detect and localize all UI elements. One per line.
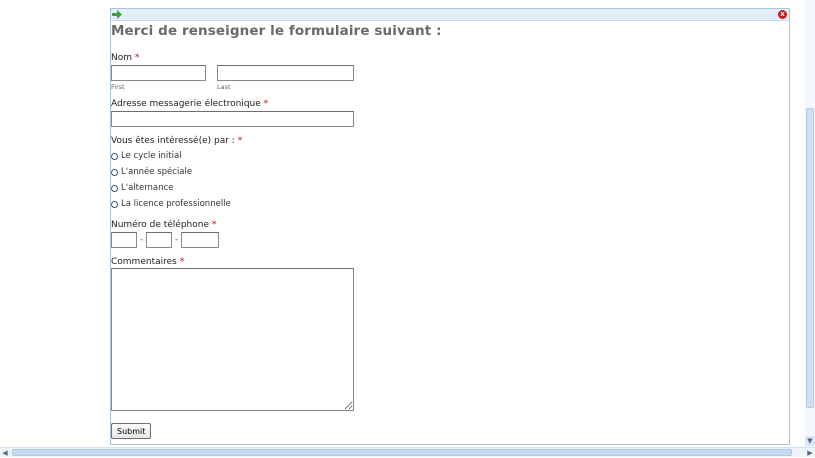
comments-label: Commentaires * xyxy=(111,257,184,267)
required-mark: * xyxy=(211,220,217,230)
email-label-text: Adresse messagerie électronique xyxy=(111,99,261,109)
submit-button[interactable]: Submit xyxy=(111,423,152,439)
first-name-input[interactable] xyxy=(111,65,206,81)
required-mark: * xyxy=(134,53,140,63)
interest-label: Vous êtes intéressé(e) par : * xyxy=(111,136,242,146)
form-panel: x Merci de renseigner le formulaire suiv… xyxy=(110,8,790,445)
radio-button[interactable] xyxy=(111,184,118,192)
required-mark: * xyxy=(237,136,243,146)
phone-prefix-input[interactable] xyxy=(146,232,172,248)
phone-line-input[interactable] xyxy=(181,232,219,248)
radio-label: L'année spéciale xyxy=(121,167,193,177)
radio-option-annee-speciale[interactable]: L'année spéciale xyxy=(111,166,192,178)
close-icon[interactable]: x xyxy=(778,10,787,19)
name-label-text: Nom xyxy=(111,53,133,63)
last-name-input[interactable] xyxy=(217,65,354,81)
radio-button[interactable] xyxy=(111,152,118,160)
phone-label-text: Numéro de téléphone xyxy=(111,220,209,230)
radio-option-licence-pro[interactable]: La licence professionnelle xyxy=(111,198,231,210)
comments-label-text: Commentaires xyxy=(111,257,177,267)
scroll-down-arrow-icon[interactable]: ▼ xyxy=(805,436,815,446)
required-mark: * xyxy=(263,99,269,109)
phone-area-input[interactable] xyxy=(111,232,137,248)
radio-option-alternance[interactable]: L'alternance xyxy=(111,182,173,194)
required-mark: * xyxy=(179,257,185,267)
vertical-scrollbar[interactable]: ▼ xyxy=(805,0,815,447)
phone-label: Numéro de téléphone * xyxy=(111,220,216,230)
green-arrow-icon[interactable] xyxy=(112,10,122,19)
name-label: Nom * xyxy=(111,53,139,63)
horizontal-scrollbar[interactable]: ◀ ▶ xyxy=(0,447,815,457)
email-label: Adresse messagerie électronique * xyxy=(111,99,268,109)
form-title: Merci de renseigner le formulaire suivan… xyxy=(111,23,442,39)
vertical-scroll-thumb[interactable] xyxy=(806,108,814,408)
radio-option-cycle-initial[interactable]: Le cycle initial xyxy=(111,150,182,162)
comments-textarea[interactable] xyxy=(111,268,354,411)
radio-button[interactable] xyxy=(111,200,118,208)
phone-separator: - xyxy=(140,235,144,245)
radio-label: L'alternance xyxy=(121,183,174,193)
panel-header-bar: x xyxy=(111,9,789,21)
email-input[interactable] xyxy=(111,111,354,127)
interest-label-text: Vous êtes intéressé(e) par : xyxy=(111,136,235,146)
radio-label: La licence professionnelle xyxy=(121,199,231,209)
last-sublabel: Last xyxy=(217,83,231,91)
radio-label: Le cycle initial xyxy=(121,151,182,161)
radio-button[interactable] xyxy=(111,168,118,176)
horizontal-scroll-thumb[interactable] xyxy=(12,449,792,456)
first-sublabel: First xyxy=(111,83,125,91)
phone-separator: - xyxy=(175,235,179,245)
